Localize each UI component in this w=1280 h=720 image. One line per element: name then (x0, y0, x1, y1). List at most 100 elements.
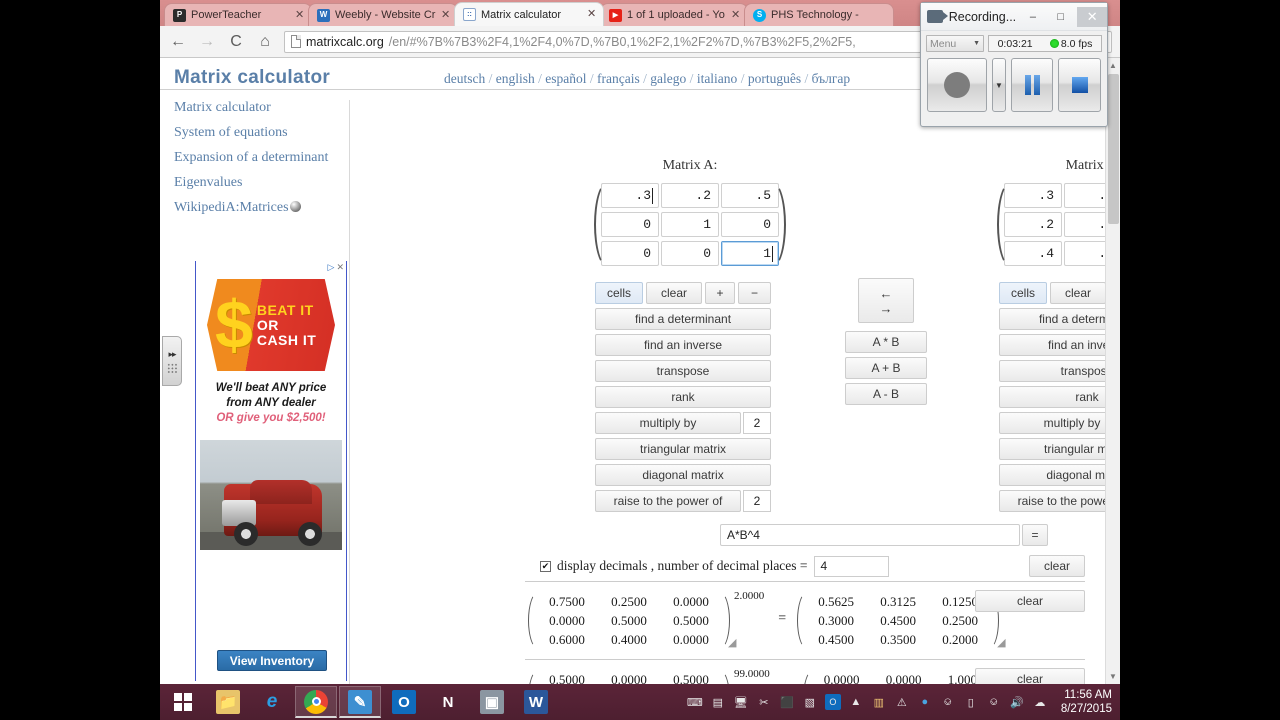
matrix-a-cell-1-1[interactable]: 1 (661, 212, 719, 237)
shield-icon[interactable]: ⬛ (779, 694, 795, 710)
lang-italiano[interactable]: italiano (697, 71, 738, 86)
media-icon[interactable]: ● (917, 694, 933, 710)
taskbar-outlook[interactable]: O (383, 686, 425, 718)
transpose-button-b[interactable]: transpose (999, 360, 1120, 382)
recorder-menu-button[interactable]: Menu ▼ (926, 35, 984, 52)
browser-tab-phs-technology[interactable]: S PHS Technology - (744, 3, 894, 26)
scroll-down-icon[interactable]: ▼ (1106, 669, 1120, 684)
rank-button-b[interactable]: rank (999, 386, 1120, 408)
record-button[interactable] (927, 58, 987, 112)
browser-tab-powerteacher[interactable]: P PowerTeacher ✕ (164, 3, 312, 26)
start-button[interactable] (160, 684, 206, 720)
expression-input[interactable]: A*B^4 (720, 524, 1020, 546)
find-determinant-button-a[interactable]: find a determinant (595, 308, 771, 330)
evaluate-button[interactable]: = (1022, 524, 1048, 546)
sidebar-item-expansion-determinant[interactable]: Expansion of a determinant (174, 150, 374, 166)
screen-recorder-window[interactable]: Recording... – □ ✕ Menu ▼ 0:03:21 8.0 fp… (920, 2, 1108, 127)
transpose-button-a[interactable]: transpose (595, 360, 771, 382)
browser-tab-weebly[interactable]: W Weebly - Website Cr ✕ (308, 3, 458, 26)
a-minus-b-button[interactable]: A - B (845, 383, 927, 405)
multiply-by-input-a[interactable]: 2 (743, 412, 771, 434)
sidebar-item-matrix-calculator[interactable]: Matrix calculator (174, 100, 374, 116)
find-inverse-button-b[interactable]: find an inverse (999, 334, 1120, 356)
outlook-tray-icon[interactable]: O (824, 694, 841, 710)
matrix-a-cell-0-0[interactable]: .3 (601, 183, 659, 208)
minimize-button[interactable]: – (1022, 7, 1044, 27)
rank-button-a[interactable]: rank (595, 386, 771, 408)
volume-icon[interactable]: 🔊 (1009, 694, 1025, 710)
lang-portugues[interactable]: português (748, 71, 801, 86)
adchoices-icon[interactable]: ▷ (328, 262, 335, 273)
sidebar-item-eigenvalues[interactable]: Eigenvalues (174, 175, 374, 191)
lang-bulgarian[interactable]: българ (812, 71, 851, 86)
taskbar-word[interactable]: W (515, 686, 557, 718)
app-icon-1[interactable]: ▤ (710, 694, 726, 710)
scrollbar-thumb[interactable] (1108, 74, 1119, 224)
diagonal-matrix-button-b[interactable]: diagonal matrix (999, 464, 1120, 486)
add-row-button-a[interactable]: + (705, 282, 735, 304)
lang-francais[interactable]: français (597, 71, 640, 86)
warning-icon[interactable]: ⚠ (894, 694, 910, 710)
browser-tab-matrix-calculator[interactable]: :: Matrix calculator ✕ (454, 2, 604, 26)
clear-result-1-button[interactable]: clear (975, 590, 1085, 612)
tab-close-icon[interactable]: ✕ (731, 9, 741, 21)
snip-icon[interactable]: ✂ (756, 694, 772, 710)
close-button[interactable]: ✕ (1077, 6, 1107, 27)
clear-result-2-button[interactable]: clear (975, 668, 1085, 684)
reload-icon[interactable]: C (226, 32, 246, 52)
sidebar-item-wikipedia-matrices[interactable]: WikipediA:Matrices (174, 200, 374, 216)
multiply-by-button-b[interactable]: multiply by (999, 412, 1120, 434)
tab-close-icon[interactable]: ✕ (587, 9, 597, 20)
page-scrollbar[interactable]: ▲ ▼ (1105, 58, 1120, 684)
triangular-matrix-button-a[interactable]: triangular matrix (595, 438, 771, 460)
triangular-matrix-button-b[interactable]: triangular matrix (999, 438, 1120, 460)
clock[interactable]: 11:56 AM 8/27/2015 (1055, 688, 1112, 716)
taskbar-internet-explorer[interactable]: e (251, 686, 293, 718)
record-options-dropdown[interactable]: ▼ (992, 58, 1006, 112)
swap-arrows-button[interactable]: ← → (858, 278, 914, 323)
forward-icon[interactable]: → (197, 32, 217, 52)
network-status-icon[interactable]: ⎉ (986, 694, 1002, 710)
sync-icon[interactable]: ▧ (802, 694, 818, 710)
decimal-places-input[interactable]: 4 (813, 555, 889, 577)
matrix-a-cell-0-1[interactable]: .2 (661, 183, 719, 208)
remove-row-button-a[interactable]: − (738, 282, 771, 304)
lang-deutsch[interactable]: deutsch (444, 71, 485, 86)
taskbar-google-chrome[interactable] (295, 686, 337, 718)
network-icon[interactable]: ▲ (848, 694, 864, 710)
pause-button[interactable] (1011, 58, 1053, 112)
resize-grip-icon[interactable]: ◢ (997, 638, 1007, 649)
view-inventory-button[interactable]: View Inventory (217, 650, 327, 671)
ad-close-icon[interactable]: ✕ (336, 262, 344, 273)
sidebar-item-system-of-equations[interactable]: System of equations (174, 125, 374, 141)
printer-icon[interactable]: ⎉ (940, 694, 956, 710)
find-determinant-button-b[interactable]: find a determinant (999, 308, 1120, 330)
tab-close-icon[interactable]: ✕ (441, 9, 451, 21)
a-plus-b-button[interactable]: A + B (845, 357, 927, 379)
raise-power-button-a[interactable]: raise to the power of (595, 490, 741, 512)
ad-expand-tab[interactable]: ▸▸ (162, 336, 182, 386)
lang-english[interactable]: english (496, 71, 535, 86)
taskbar-notebook-app[interactable]: ✎ (339, 686, 381, 718)
matrix-a-cell-2-1[interactable]: 0 (661, 241, 719, 266)
advertisement[interactable]: ▷ ✕ $ BEAT IT OR CASH IT We'll beat ANY … (195, 261, 347, 681)
lang-galego[interactable]: galego (650, 71, 686, 86)
multiply-by-button-a[interactable]: multiply by (595, 412, 741, 434)
diagonal-matrix-button-a[interactable]: diagonal matrix (595, 464, 771, 486)
clear-button-b[interactable]: clear (1050, 282, 1106, 304)
resize-grip-icon[interactable]: ◢ (728, 638, 738, 649)
back-icon[interactable]: ← (168, 32, 188, 52)
raise-power-input-a[interactable]: 2 (743, 490, 771, 512)
display-decimals-checkbox[interactable]: ✔ (540, 560, 551, 572)
browser-tab-youtube[interactable]: ▶ 1 of 1 uploaded - Yo ✕ (600, 3, 748, 26)
cells-button-b[interactable]: cells (999, 282, 1047, 304)
maximize-button[interactable]: □ (1050, 7, 1072, 27)
cells-button-a[interactable]: cells (595, 282, 643, 304)
find-inverse-button-a[interactable]: find an inverse (595, 334, 771, 356)
home-icon[interactable]: ⌂ (255, 32, 275, 52)
keyboard-icon[interactable]: ⌨ (687, 694, 703, 710)
cloud-icon[interactable]: ☁ (1032, 694, 1048, 710)
clear-all-results-button[interactable]: clear (1029, 555, 1085, 577)
scroll-up-icon[interactable]: ▲ (1106, 58, 1120, 73)
tab-close-icon[interactable]: ✕ (295, 9, 305, 21)
